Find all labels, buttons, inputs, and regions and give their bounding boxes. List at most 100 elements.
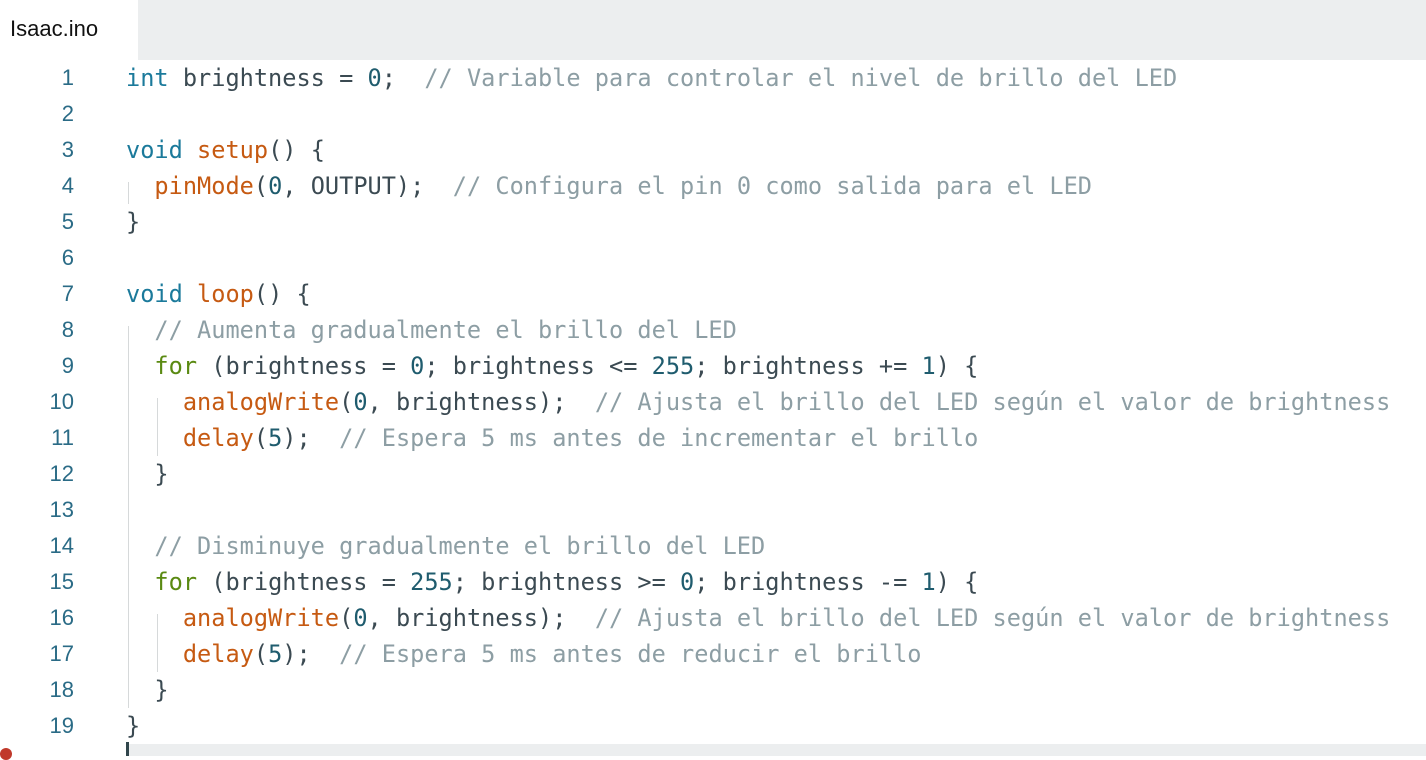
code-token: analogWrite: [182, 604, 340, 632]
code-token: int: [126, 64, 169, 92]
line-number: 1: [61, 65, 74, 90]
code-line[interactable]: 8 // Aumenta gradualmente el brillo del …: [0, 312, 1426, 348]
code-text: delay(5); // Espera 5 ms antes de reduci…: [126, 636, 922, 672]
file-tab[interactable]: Isaac.ino: [0, 0, 138, 60]
code-line[interactable]: 3 void setup() {: [0, 132, 1426, 168]
code-line[interactable]: 5}: [0, 204, 1426, 240]
code-line[interactable]: 1 int brightness = 0; // Variable para co…: [0, 60, 1426, 96]
code-text: analogWrite(0, brightness); // Ajusta el…: [126, 384, 1390, 420]
code-token: 0: [680, 568, 695, 596]
code-line[interactable]: 12 }: [0, 456, 1426, 492]
code-token: );: [282, 640, 340, 668]
code-token: for: [154, 352, 198, 380]
code-line[interactable]: 17 delay(5); // Espera 5 ms antes de red…: [0, 636, 1426, 672]
code-line[interactable]: 16 analogWrite(0, brightness); // Ajusta…: [0, 600, 1426, 636]
code-token: // Variable para controlar el nivel de b…: [424, 64, 1178, 92]
code-token: 5: [268, 640, 283, 668]
line-number: 4: [61, 173, 74, 198]
code-token: 0: [353, 604, 368, 632]
code-token: brightness =: [168, 64, 368, 92]
code-text: int brightness = 0; // Variable para con…: [126, 60, 1177, 96]
code-token: ; brightness -=: [694, 568, 922, 596]
code-token: }: [126, 712, 141, 740]
code-token: (brightness =: [197, 568, 411, 596]
code-token: void: [126, 280, 183, 308]
code-token: , brightness);: [367, 388, 595, 416]
line-number: 6: [61, 245, 74, 270]
code-token: 0: [268, 172, 283, 200]
code-token: ; brightness >=: [452, 568, 681, 596]
file-tab-label: Isaac.ino: [10, 16, 99, 41]
code-token: , brightness);: [367, 604, 595, 632]
line-number: 12: [49, 461, 74, 486]
line-number: 3: [61, 137, 74, 162]
code-token: // Ajusta el brillo del LED según el val…: [594, 604, 1391, 632]
code-text: analogWrite(0, brightness); // Ajusta el…: [126, 600, 1390, 636]
line-number: 15: [49, 569, 74, 594]
code-token: (brightness =: [197, 352, 411, 380]
code-token: (: [339, 604, 354, 632]
code-token: pinMode: [154, 172, 254, 200]
code-token: );: [282, 424, 340, 452]
code-token: }: [126, 676, 169, 704]
text-cursor: [126, 742, 129, 756]
line-number: 10: [49, 389, 74, 414]
line-number: 18: [49, 677, 74, 702]
line-number: 13: [49, 497, 74, 522]
code-token: (: [339, 388, 354, 416]
code-line[interactable]: 9 for (brightness = 0; brightness <= 255…: [0, 348, 1426, 384]
code-token: 255: [410, 568, 453, 596]
code-line[interactable]: 7 void loop() {: [0, 276, 1426, 312]
line-number: 11: [51, 425, 74, 450]
code-text: pinMode(0, OUTPUT); // Configura el pin …: [126, 168, 1092, 204]
code-token: // Configura el pin 0 como salida para e…: [452, 172, 1092, 200]
code-token: analogWrite: [182, 388, 340, 416]
code-token: 0: [367, 64, 382, 92]
code-text: // Disminuye gradualmente el brillo del …: [126, 528, 765, 564]
line-number: 2: [61, 101, 74, 126]
code-line[interactable]: 4 pinMode(0, OUTPUT); // Configura el pi…: [0, 168, 1426, 204]
code-token: }: [126, 460, 169, 488]
line-number: 9: [61, 353, 74, 378]
code-token: delay: [182, 424, 254, 452]
code-text: void loop() {: [126, 276, 311, 312]
code-line[interactable]: 15 for (brightness = 255; brightness >= …: [0, 564, 1426, 600]
code-line[interactable]: 13: [0, 492, 1426, 528]
code-token: () {: [253, 280, 311, 308]
editor-tab-bar: Isaac.ino: [0, 0, 1426, 60]
code-line[interactable]: 6: [0, 240, 1426, 276]
code-token: 1: [921, 352, 936, 380]
code-token: }: [126, 208, 141, 236]
code-token: (: [253, 424, 269, 452]
code-token: ; brightness +=: [694, 352, 922, 380]
code-editor[interactable]: 1 int brightness = 0; // Variable para co…: [0, 60, 1426, 756]
code-token: for: [154, 568, 198, 596]
code-token: // Aumenta gradualmente el brillo del LE…: [154, 316, 737, 344]
code-text: for (brightness = 255; brightness >= 0; …: [126, 564, 978, 600]
code-text: }: [126, 456, 169, 492]
code-token: loop: [197, 280, 254, 308]
code-line[interactable]: 18 }: [0, 672, 1426, 708]
code-token: 0: [410, 352, 425, 380]
code-token: ) {: [935, 568, 979, 596]
code-token: (: [253, 172, 269, 200]
code-line[interactable]: 19}: [0, 708, 1426, 744]
line-number: 5: [61, 209, 74, 234]
code-token: , OUTPUT);: [282, 172, 453, 200]
code-line[interactable]: 2: [0, 96, 1426, 132]
code-line[interactable]: 10 analogWrite(0, brightness); // Ajusta…: [0, 384, 1426, 420]
code-text: for (brightness = 0; brightness <= 255; …: [126, 348, 978, 384]
code-text: void setup() {: [126, 132, 325, 168]
editor-bottom-strip: [126, 744, 1426, 756]
line-number: 17: [49, 641, 74, 666]
code-token: () {: [268, 136, 325, 164]
code-line[interactable]: 14 // Disminuye gradualmente el brillo d…: [0, 528, 1426, 564]
code-line[interactable]: 11 delay(5); // Espera 5 ms antes de inc…: [0, 420, 1426, 456]
code-token: void: [126, 136, 183, 164]
